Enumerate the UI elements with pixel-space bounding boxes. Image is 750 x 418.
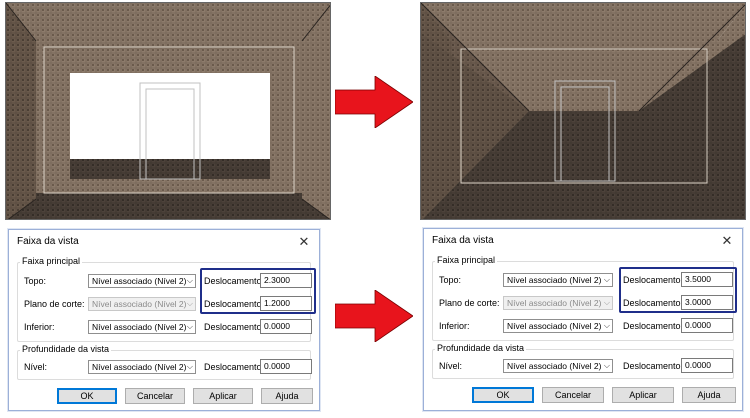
apply-button[interactable]: Aplicar: [193, 388, 253, 404]
top-level-value: Nível associado (Nível 2): [92, 276, 187, 286]
depth-level-select[interactable]: Nível associado (Nível 2) ⌵: [88, 360, 196, 374]
dialog-title: Faixa da vista: [17, 236, 79, 247]
cancel-button[interactable]: Cancelar: [125, 388, 185, 404]
bottom-level-select[interactable]: Nível associado (Nível 2) ⌵: [88, 320, 196, 334]
cut-plane-label: Plano de corte:: [439, 298, 500, 308]
view-depth-group: Profundidade da vista Nível: Nível assoc…: [432, 343, 734, 379]
cut-plane-level-select: Nível associado (Nível 2) ⌵: [503, 296, 613, 310]
arrow-top-shape: [335, 76, 413, 128]
depth-offset-input[interactable]: 0.0000: [260, 359, 312, 374]
bottom-level-value: Nível associado (Nível 2): [507, 321, 602, 331]
offset-highlight-box: [619, 267, 737, 313]
bottom-offset-input[interactable]: 0.0000: [681, 318, 733, 333]
dialog-titlebar: Faixa da vista ✕: [9, 230, 319, 254]
chevron-down-icon: ⌵: [186, 362, 193, 371]
ok-button[interactable]: OK: [472, 387, 534, 403]
depth-level-label: Nível:: [439, 361, 463, 371]
chevron-down-icon: ⌵: [603, 321, 610, 330]
cut-plane-level-value: Nível associado (Nível 2): [507, 298, 602, 308]
arrow-bottom-shape: [335, 290, 413, 342]
primary-range-group: Faixa principal Topo: Nível associado (N…: [432, 255, 737, 341]
help-button[interactable]: Ajuda: [682, 387, 736, 403]
dialog-titlebar: Faixa da vista ✕: [424, 229, 742, 253]
depth-level-value: Nível associado (Nível 2): [507, 361, 602, 371]
bottom-level-value: Nível associado (Nível 2): [92, 322, 187, 332]
view-depth-group: Profundidade da vista Nível: Nível assoc…: [17, 344, 312, 380]
top-level-value: Nível associado (Nível 2): [507, 275, 602, 285]
primary-range-heading: Faixa principal: [435, 255, 498, 265]
chevron-down-icon: ⌵: [186, 299, 193, 308]
top-label: Topo:: [24, 276, 47, 286]
help-button[interactable]: Ajuda: [261, 388, 313, 404]
bottom-offset-input[interactable]: 0.0000: [260, 319, 312, 334]
depth-level-select[interactable]: Nível associado (Nível 2) ⌵: [503, 359, 613, 373]
cut-plane-level-value: Nível associado (Nível 2): [92, 299, 187, 309]
top-level-select[interactable]: Nível associado (Nível 2) ⌵: [88, 274, 196, 288]
bottom-level-select[interactable]: Nível associado (Nível 2) ⌵: [503, 319, 613, 333]
dialog-body: Faixa principal Topo: Nível associado (N…: [432, 253, 737, 404]
bottom-offset-label: Deslocamento:: [623, 321, 684, 331]
dialog-title: Faixa da vista: [432, 235, 494, 246]
top-level-select[interactable]: Nível associado (Nível 2) ⌵: [503, 273, 613, 287]
arrow-right-bottom-icon: [335, 290, 413, 342]
view-depth-heading: Profundidade da vista: [435, 343, 527, 353]
depth-level-label: Nível:: [24, 362, 48, 372]
cancel-button[interactable]: Cancelar: [542, 387, 604, 403]
chevron-down-icon: ⌵: [603, 275, 610, 284]
offset-highlight-box: [200, 268, 316, 314]
view-range-dialog-before: Faixa da vista ✕ Faixa principal Topo: N…: [8, 229, 320, 411]
view-range-dialog-after: Faixa da vista ✕ Faixa principal Topo: N…: [423, 228, 743, 411]
bottom-label: Inferior:: [439, 321, 470, 331]
cut-plane-level-select: Nível associado (Nível 2) ⌵: [88, 297, 196, 311]
room-render-before: [5, 2, 331, 220]
close-icon[interactable]: ✕: [295, 230, 313, 254]
cut-plane-label: Plano de corte:: [24, 299, 85, 309]
chevron-down-icon: ⌵: [186, 276, 193, 285]
chevron-down-icon: ⌵: [603, 361, 610, 370]
chevron-down-icon: ⌵: [603, 298, 610, 307]
depth-offset-input[interactable]: 0.0000: [681, 358, 733, 373]
bottom-offset-label: Deslocamento:: [204, 322, 265, 332]
close-icon[interactable]: ✕: [718, 229, 736, 253]
view-depth-heading: Profundidade da vista: [20, 344, 112, 354]
primary-range-heading: Faixa principal: [20, 256, 83, 266]
depth-offset-label: Deslocamento:: [204, 362, 265, 372]
depth-level-value: Nível associado (Nível 2): [92, 362, 187, 372]
depth-offset-label: Deslocamento:: [623, 361, 684, 371]
chevron-down-icon: ⌵: [186, 322, 193, 331]
primary-range-group: Faixa principal Topo: Nível associado (N…: [17, 256, 316, 342]
apply-button[interactable]: Aplicar: [612, 387, 674, 403]
room-render-after: [420, 2, 746, 220]
bottom-label: Inferior:: [24, 322, 55, 332]
ok-button[interactable]: OK: [57, 388, 117, 404]
arrow-right-top-icon: [335, 76, 413, 128]
dialog-body: Faixa principal Topo: Nível associado (N…: [17, 254, 316, 404]
top-label: Topo:: [439, 275, 462, 285]
